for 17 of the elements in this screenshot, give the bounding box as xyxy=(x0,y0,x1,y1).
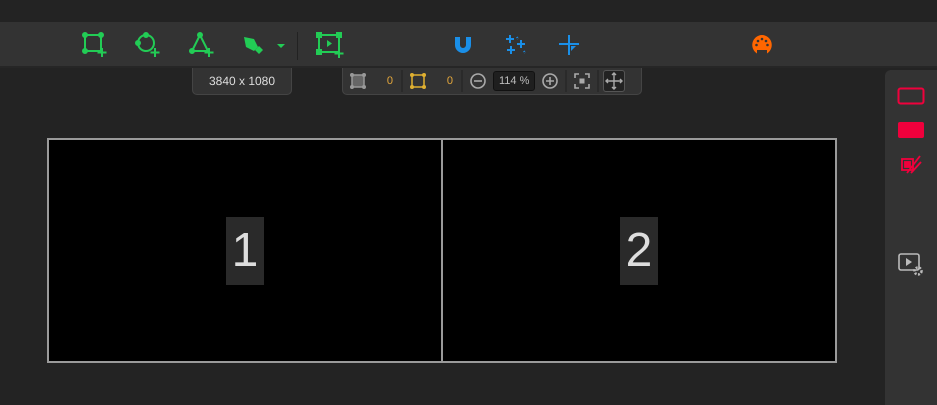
screen-number: 1 xyxy=(226,216,264,284)
screen-number: 2 xyxy=(620,216,658,284)
screen-area[interactable]: 2 xyxy=(441,140,835,361)
video-region-add-icon[interactable] xyxy=(315,31,345,59)
move-icon[interactable] xyxy=(603,70,626,92)
video-settings-icon[interactable] xyxy=(898,253,924,277)
zoom-out-icon[interactable] xyxy=(467,70,489,92)
filled-rectangle-icon[interactable] xyxy=(897,119,925,141)
selected-point-count: 0 xyxy=(446,74,454,89)
zoom-level-field[interactable]: 114 % xyxy=(493,70,536,92)
screen-area[interactable]: 1 xyxy=(49,140,441,361)
outline-rectangle-icon[interactable] xyxy=(897,85,925,107)
resolution-tooltip: 3840 x 1080 xyxy=(192,68,292,95)
shape-points-icon[interactable] xyxy=(347,70,369,92)
selected-points-icon[interactable] xyxy=(407,70,429,92)
point-count: 0 xyxy=(386,74,394,89)
layer-mask-icon[interactable] xyxy=(900,153,922,175)
